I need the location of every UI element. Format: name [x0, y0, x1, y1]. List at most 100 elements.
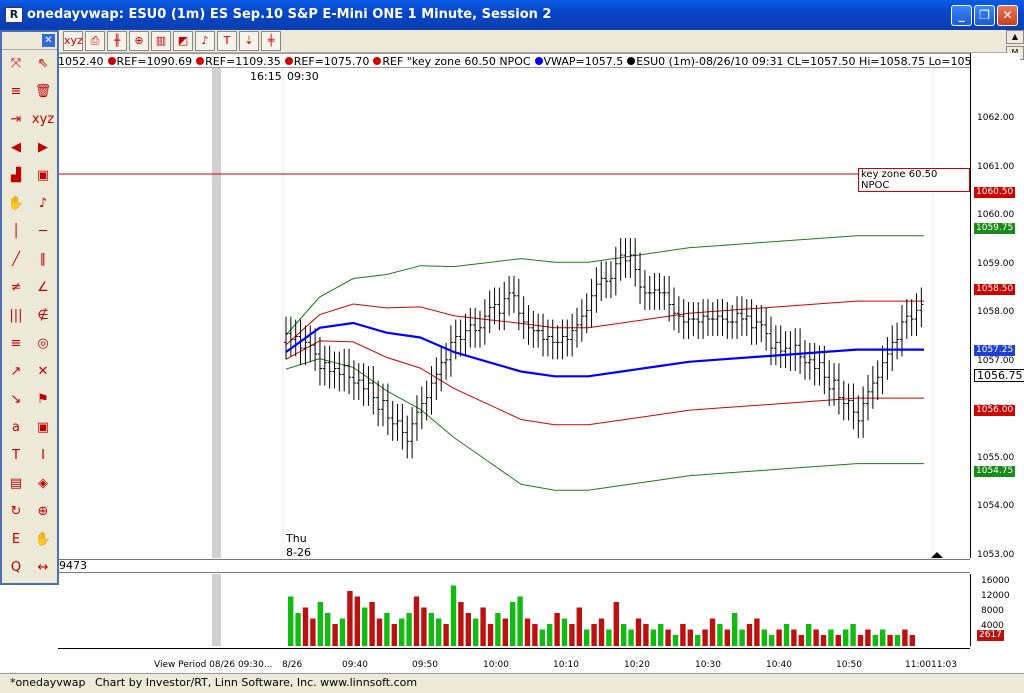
- legend-item[interactable]: ESU0 (1m)-08/26/10 09:31 CL=1057.50 Hi=1…: [636, 55, 970, 67]
- legend-item[interactable]: REF=1109.35: [205, 55, 281, 67]
- volume-bar: [480, 607, 486, 646]
- volume-bar: [517, 596, 523, 646]
- flag-icon[interactable]: ⚑: [31, 388, 55, 412]
- legend-item[interactable]: REF "key zone 60.50 NPOC: [382, 55, 530, 67]
- arrow-down-icon[interactable]: ↘: [4, 388, 28, 412]
- volume-bar: [621, 624, 627, 646]
- volume-bar: [761, 629, 767, 646]
- volume-bar: [339, 618, 346, 646]
- price-tick: 1059.00: [977, 258, 1015, 269]
- legend-item[interactable]: REF=1075.70: [294, 55, 370, 67]
- trendline-icon[interactable]: ╱: [4, 248, 28, 272]
- volume-bar: [376, 618, 383, 646]
- lines-icon[interactable]: ≡: [4, 80, 28, 104]
- angle-icon[interactable]: ∠: [31, 276, 55, 300]
- volume-panel-header: 9473: [58, 559, 970, 573]
- notes-icon[interactable]: ▤: [4, 472, 28, 496]
- cycle-icon[interactable]: ∉: [31, 304, 55, 328]
- volume-bar: [569, 624, 575, 646]
- volume-bar: [317, 602, 323, 646]
- vwap-line: [285, 321, 924, 378]
- price-tick: 1062.00: [977, 113, 1015, 124]
- time-tick: 10:20: [624, 660, 650, 670]
- legend-dot: [196, 57, 205, 65]
- volume-bar: [650, 629, 656, 646]
- legend-item[interactable]: VWAP=1057.5: [544, 55, 624, 67]
- chart-toolbar: xyz ⎙ ╫ ⊕ ▥ ◩ ♪ T ⇣ ╪: [60, 30, 1024, 53]
- palette-close-icon[interactable]: ✕: [42, 34, 55, 47]
- arrow-up-icon[interactable]: ↗: [4, 360, 28, 384]
- bar-style-icon[interactable]: ╫: [107, 31, 127, 51]
- volume-bar: [354, 596, 360, 646]
- volume-bar: [828, 629, 834, 646]
- window-icon[interactable]: ▣: [31, 164, 55, 188]
- move-icon[interactable]: ⇥: [4, 108, 28, 132]
- hand-icon[interactable]: ✋: [4, 192, 28, 216]
- left-icon[interactable]: ◀: [4, 136, 28, 160]
- level-icon[interactable]: ╪: [261, 31, 281, 51]
- titl-icon[interactable]: T: [217, 31, 237, 51]
- print-icon[interactable]: ⎙: [85, 31, 105, 51]
- fib-icon[interactable]: |||: [4, 304, 28, 328]
- right-icon[interactable]: ▶: [31, 136, 55, 160]
- volume-bar: [820, 635, 827, 646]
- xyz-icon[interactable]: xyz: [31, 108, 55, 132]
- trend-icon[interactable]: ⇣: [239, 31, 259, 51]
- scroll-icon[interactable]: ↔: [31, 556, 55, 580]
- indicator-icon[interactable]: ◩: [173, 31, 193, 51]
- cross-icon[interactable]: ✕: [31, 360, 55, 384]
- xyz-icon[interactable]: xyz: [63, 31, 83, 51]
- price-label: 1054.75: [974, 465, 1016, 477]
- volume-bar: [687, 629, 693, 646]
- parallel-icon[interactable]: ≠: [4, 276, 28, 300]
- ibm-icon[interactable]: I: [31, 444, 55, 468]
- volume-bar: [524, 618, 531, 646]
- time-tick: 09:40: [342, 660, 368, 670]
- hline-icon[interactable]: ─: [31, 220, 55, 244]
- spiral-icon[interactable]: ◎: [31, 332, 55, 356]
- volume-tick: 12000: [981, 591, 1010, 601]
- zoom-icon[interactable]: ⊕: [31, 500, 55, 524]
- status-bar: *onedayvwap Chart by Investor/RT, Linn S…: [0, 673, 1024, 693]
- text-icon[interactable]: a: [4, 416, 28, 440]
- price-chart[interactable]: 16:15 09:30 Thu 8-26 key zone 60.50 NPOC: [58, 68, 970, 558]
- lower-band-1: [285, 340, 924, 426]
- select-icon[interactable]: ◈: [31, 472, 55, 496]
- volume-bar: [591, 624, 597, 646]
- refresh-icon[interactable]: ↻: [4, 500, 28, 524]
- time-tick: 10:50: [836, 660, 862, 670]
- legend-item[interactable]: REF=1090.69: [117, 55, 193, 67]
- price-label: 1058.50: [974, 284, 1016, 295]
- xyz-draw-icon[interactable]: ⤧: [4, 52, 28, 76]
- trash-icon[interactable]: 🗑: [31, 80, 55, 104]
- chart-icon[interactable]: ▥: [151, 31, 171, 51]
- zoom-icon[interactable]: ⊕: [129, 31, 149, 51]
- channel-icon[interactable]: ∥: [31, 248, 55, 272]
- titl-icon[interactable]: T: [4, 444, 28, 468]
- volume-chart-svg: [212, 574, 915, 646]
- legend-item[interactable]: 1052.40: [58, 55, 104, 67]
- arrow-icon[interactable]: ⇖: [31, 52, 55, 76]
- window-titlebar: R onedayvwap: ESU0 (1m) ES Sep.10 S&P E-…: [0, 0, 1024, 30]
- alert-icon[interactable]: ♪: [195, 31, 215, 51]
- volume-bar: [391, 624, 397, 646]
- vline-icon[interactable]: │: [4, 220, 28, 244]
- close-button[interactable]: ✕: [997, 5, 1018, 26]
- price-chart-svg: [58, 68, 970, 558]
- volume-bar: [902, 629, 908, 646]
- maximize-button[interactable]: ❐: [974, 5, 995, 26]
- box-icon[interactable]: ▣: [31, 416, 55, 440]
- minimize-button[interactable]: _: [951, 5, 972, 26]
- chart-icon[interactable]: ▟: [4, 164, 28, 188]
- bell-icon[interactable]: ♪: [31, 192, 55, 216]
- eraser-icon[interactable]: E: [4, 528, 28, 552]
- query-icon[interactable]: Q: [4, 556, 28, 580]
- volume-bar: [443, 624, 449, 646]
- fan-icon[interactable]: ≡: [4, 332, 28, 356]
- upper-band-1: [285, 300, 924, 346]
- volume-session-separator: [212, 574, 221, 646]
- pan-icon[interactable]: ✋: [31, 528, 55, 552]
- chart-tab[interactable]: *onedayvwap: [10, 674, 85, 692]
- volume-bar: [872, 635, 878, 646]
- volume-bar: [798, 635, 804, 646]
